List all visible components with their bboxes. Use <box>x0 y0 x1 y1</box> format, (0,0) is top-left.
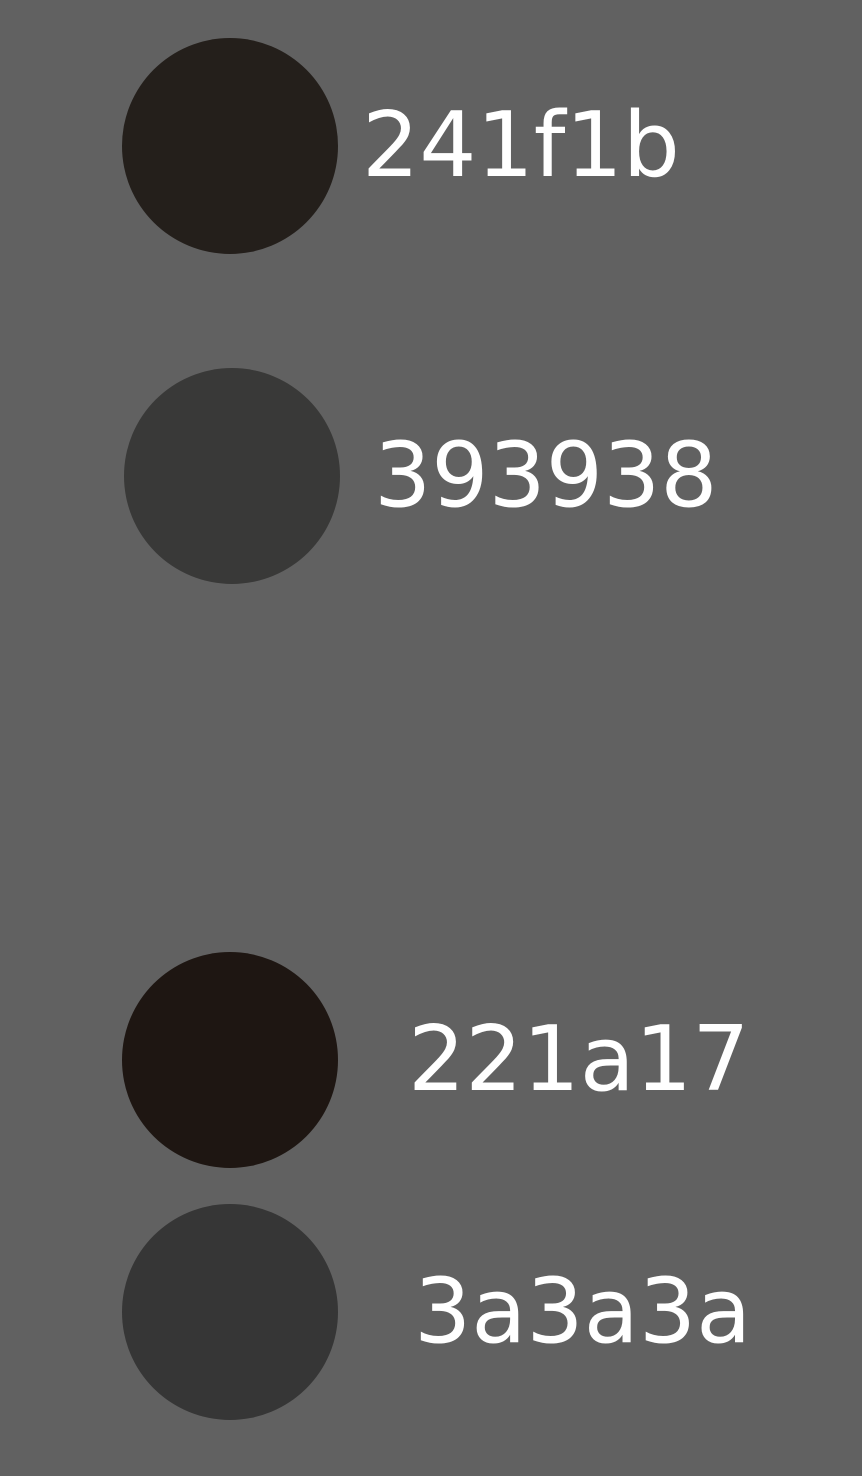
swatch-row: 221a17 <box>0 952 862 1168</box>
color-swatch-circle <box>122 952 338 1168</box>
color-hex-label: 3a3a3a <box>414 1259 752 1364</box>
color-hex-label: 221a17 <box>408 1007 750 1112</box>
color-hex-label: 241f1b <box>362 93 680 198</box>
color-swatch-circle <box>124 368 340 584</box>
swatch-row: 3a3a3a <box>0 1204 862 1420</box>
color-swatch-circle <box>122 38 338 254</box>
swatch-row: 393938 <box>0 368 862 584</box>
color-swatch-circle <box>122 1204 338 1420</box>
swatch-row: 241f1b <box>0 38 862 254</box>
color-swatch-page: { "swatches": [ { "label": "241f1b", "co… <box>0 0 862 1476</box>
color-hex-label: 393938 <box>374 423 718 528</box>
